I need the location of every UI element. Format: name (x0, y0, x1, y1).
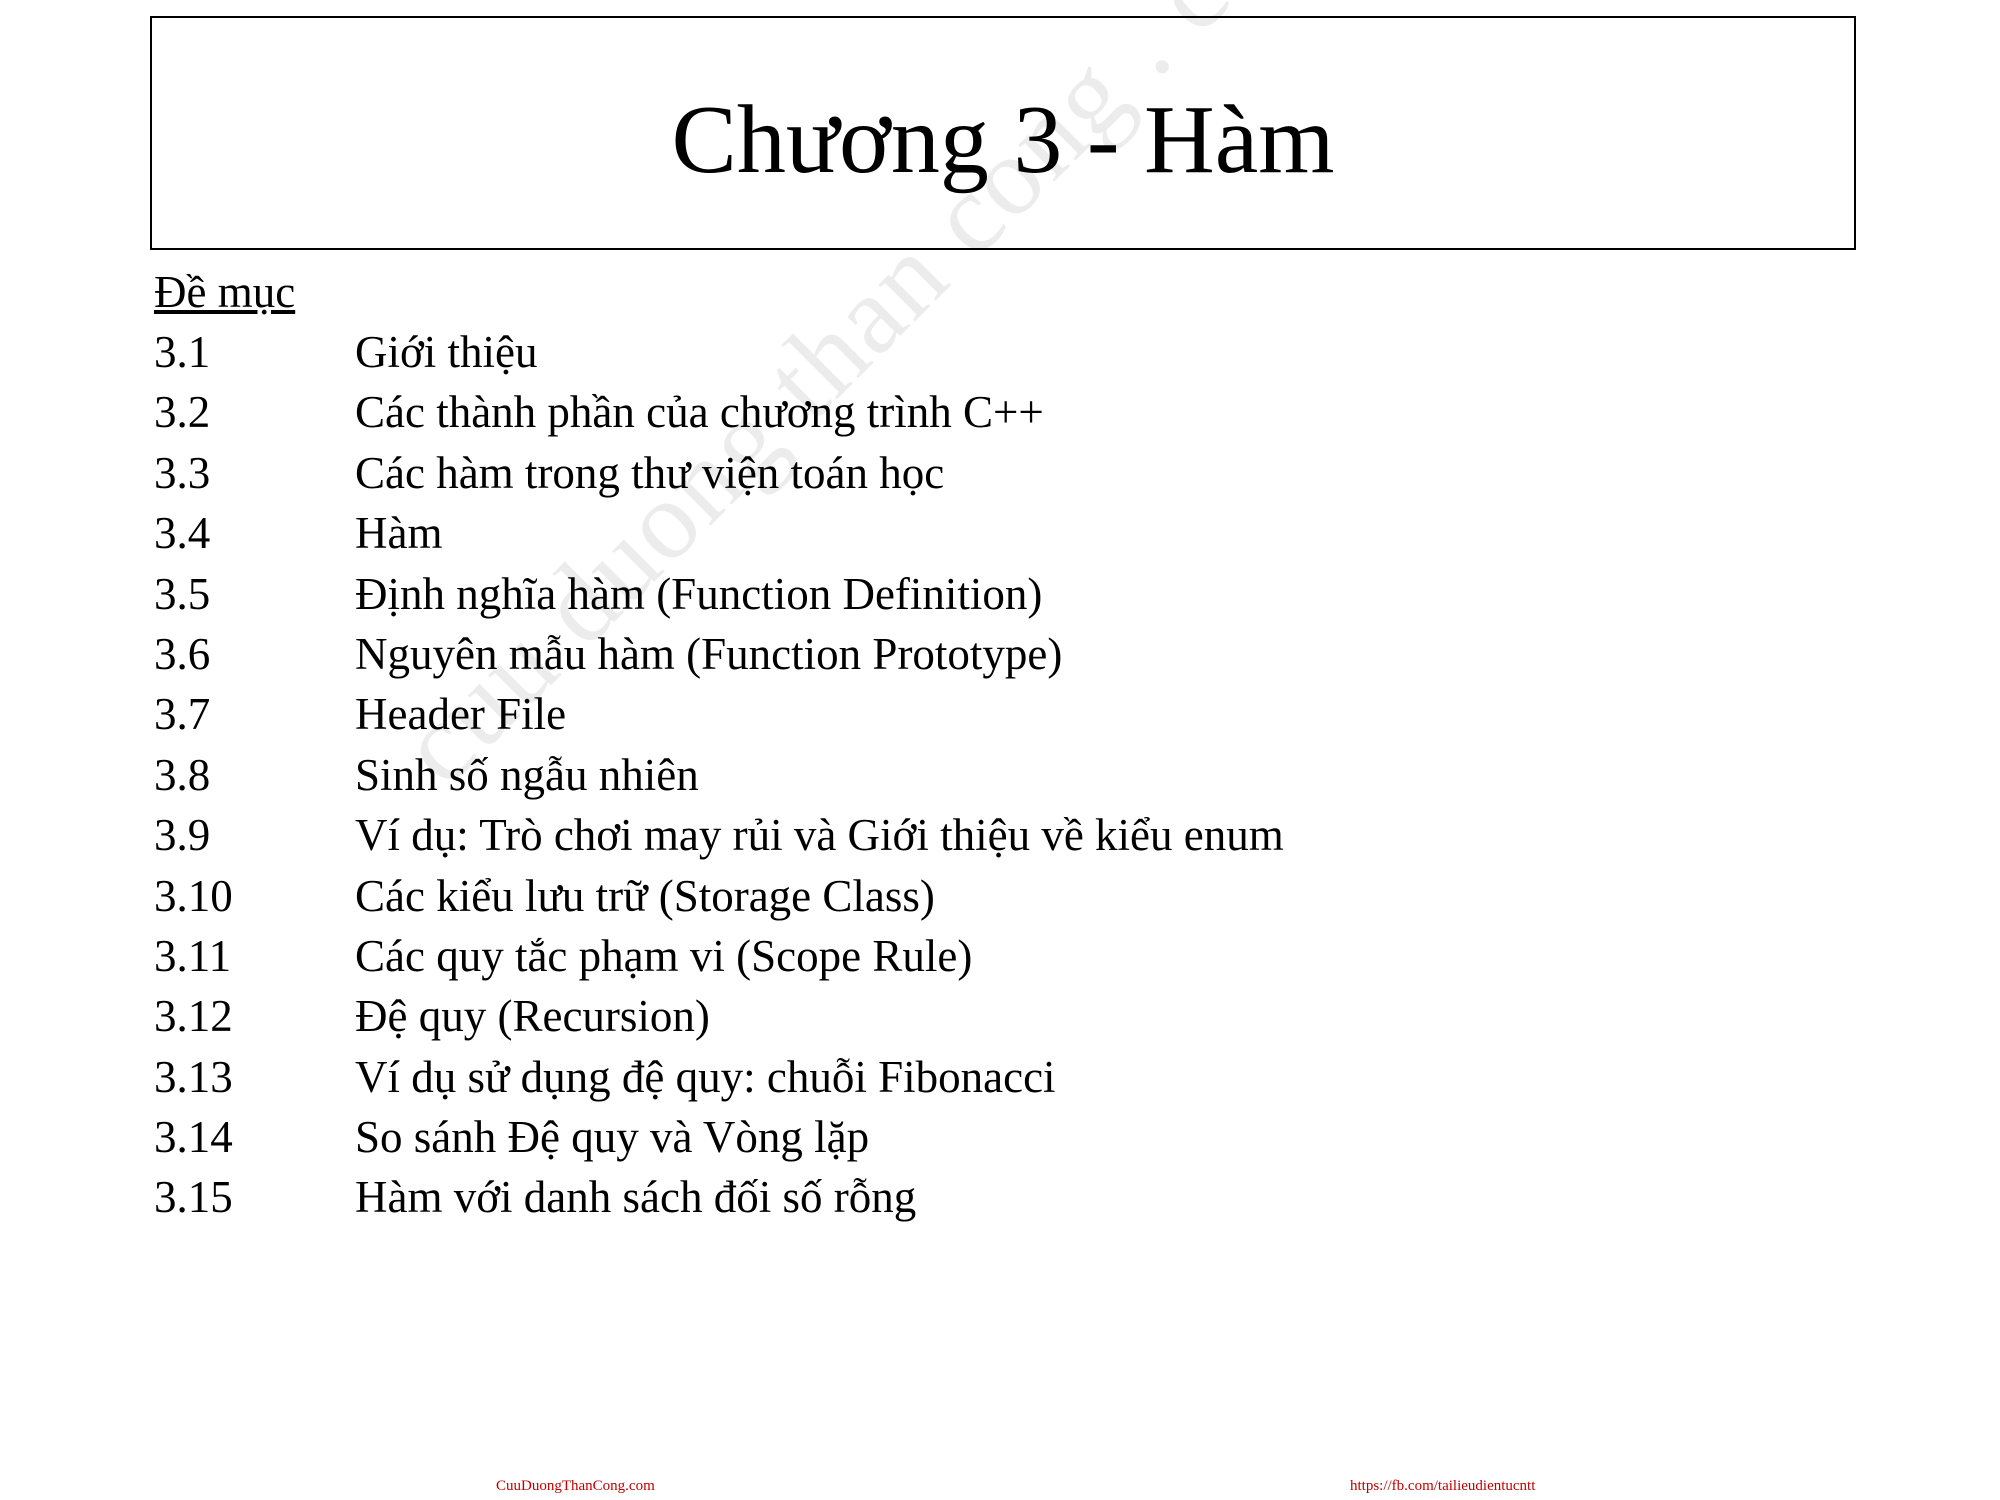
toc-item: 3.12 Đệ quy (Recursion) (154, 986, 1284, 1046)
toc-item-label: Ví dụ: Trò chơi may rủi và Giới thiệu về… (355, 810, 1284, 861)
toc-item: 3.4 Hàm (154, 503, 1284, 563)
title-box: Chương 3 - Hàm (150, 16, 1856, 250)
toc-item-number: 3.3 (154, 447, 211, 498)
toc-item: 3.13 Ví dụ sử dụng đệ quy: chuỗi Fibonac… (154, 1047, 1284, 1107)
toc-item-number: 3.2 (154, 387, 211, 438)
footer-link-cuuduongthancong[interactable]: CuuDuongThanCong.com (496, 1478, 655, 1495)
toc-item-number: 3.12 (154, 991, 233, 1042)
toc-item-label: Giới thiệu (355, 327, 538, 377)
toc-item: 3.11 Các quy tắc phạm vi (Scope Rule) (154, 926, 1284, 986)
toc-item-label: Header File (355, 689, 567, 740)
toc-item: 3.7 Header File (154, 684, 1284, 744)
toc-item: 3.8 Sinh số ngẫu nhiên (154, 745, 1284, 805)
toc-item-number: 3.14 (154, 1112, 233, 1163)
toc-item: 3.14 So sánh Đệ quy và Vòng lặp (154, 1107, 1284, 1167)
toc-item: 3.15 Hàm với danh sách đối số rỗng (154, 1167, 1284, 1227)
toc-item-label: Hàm (355, 508, 443, 559)
toc-item-label: Hàm với danh sách đối số rỗng (355, 1172, 917, 1223)
toc-item-number: 3.7 (154, 689, 211, 740)
toc-item-label: Đệ quy (Recursion) (355, 991, 710, 1042)
table-of-contents: Đề mục 3.1 Giới thiệu 3.2 Các thành phần… (154, 262, 1284, 1228)
toc-item-number: 3.9 (154, 810, 211, 861)
toc-item-label: Các hàm trong thư viện toán học (355, 447, 945, 498)
toc-item-number: 3.6 (154, 628, 211, 679)
toc-heading: Đề mục (154, 267, 296, 317)
toc-item-number: 3.4 (154, 508, 211, 559)
footer-link-facebook[interactable]: https://fb.com/tailieudientucntt (1350, 1478, 1535, 1495)
toc-item: 3.10 Các kiểu lưu trữ (Storage Class) (154, 866, 1284, 926)
toc-item-label: Nguyên mẫu hàm (Function Prototype) (355, 628, 1063, 679)
toc-item: 3.2 Các thành phần của chương trình C++ (154, 382, 1284, 442)
toc-item-label: Các kiểu lưu trữ (Storage Class) (355, 870, 935, 921)
toc-item: 3.1 Giới thiệu (154, 322, 1284, 382)
toc-item-label: Các quy tắc phạm vi (Scope Rule) (355, 930, 973, 981)
toc-item: 3.6 Nguyên mẫu hàm (Function Prototype) (154, 624, 1284, 684)
toc-item-number: 3.10 (154, 870, 233, 921)
toc-item-number: 3.13 (154, 1051, 233, 1102)
toc-item: 3.9 Ví dụ: Trò chơi may rủi và Giới thiệ… (154, 805, 1284, 865)
toc-item: 3.5 Định nghĩa hàm (Function Definition) (154, 564, 1284, 624)
toc-item: 3.3 Các hàm trong thư viện toán học (154, 443, 1284, 503)
toc-item-label: Ví dụ sử dụng đệ quy: chuỗi Fibonacci (355, 1051, 1056, 1102)
toc-item-label: So sánh Đệ quy và Vòng lặp (355, 1112, 870, 1163)
toc-item-label: Định nghĩa hàm (Function Definition) (355, 568, 1043, 619)
toc-item-number: 3.1 (154, 327, 211, 377)
toc-item-number: 3.5 (154, 568, 211, 619)
toc-item-number: 3.8 (154, 749, 211, 800)
toc-item-label: Các thành phần của chương trình C++ (355, 387, 1044, 438)
toc-item-label: Sinh số ngẫu nhiên (355, 749, 699, 800)
toc-item-number: 3.15 (154, 1172, 233, 1223)
toc-item-number: 3.11 (154, 930, 232, 981)
slide-title: Chương 3 - Hàm (671, 86, 1335, 194)
